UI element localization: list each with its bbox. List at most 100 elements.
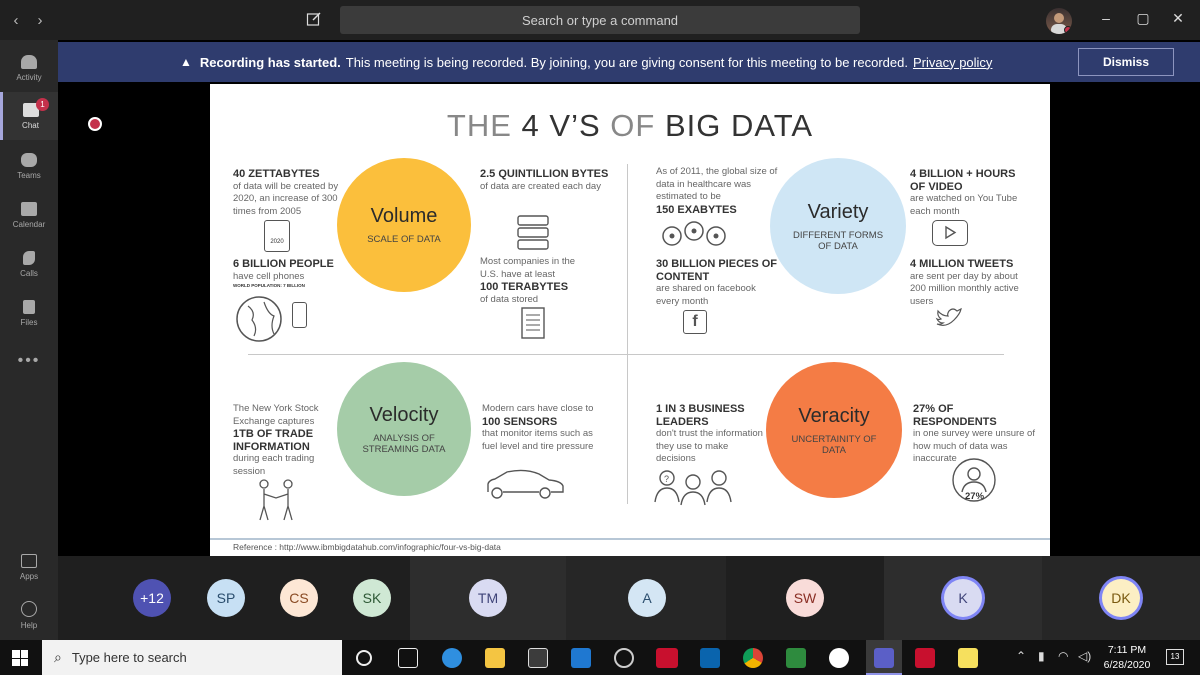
minimize-button[interactable]: – <box>1096 10 1116 26</box>
fact-text: Most companies in the U.S. have at least <box>480 256 576 280</box>
participant-avatar[interactable]: TM <box>469 579 507 617</box>
fact-text: that monitor items such as fuel level an… <box>482 428 594 452</box>
v-sub: ANALYSIS OF STREAMING DATA <box>362 432 446 455</box>
profile-avatar[interactable] <box>1046 8 1072 34</box>
cortana-icon[interactable] <box>356 650 372 666</box>
rail-label: Apps <box>19 571 39 581</box>
percent-label: 27% <box>965 491 985 502</box>
teams-taskbar-button[interactable] <box>866 640 902 675</box>
wifi-icon[interactable]: ◠ <box>1058 649 1068 663</box>
media-player-icon[interactable] <box>614 648 634 668</box>
busy-status-icon <box>1064 26 1072 34</box>
outlook-icon[interactable] <box>700 648 720 668</box>
warning-icon: ▲ <box>180 55 192 69</box>
participant-avatar[interactable]: +12 <box>133 579 171 617</box>
participant-avatar[interactable]: CS <box>280 579 318 617</box>
teams-icon <box>21 152 37 167</box>
title-word: BIG DATA <box>664 108 814 143</box>
video-play-icon <box>932 220 968 246</box>
privacy-policy-link[interactable]: Privacy policy <box>913 55 992 70</box>
help-icon <box>21 600 37 617</box>
chat-badge: 1 <box>36 98 49 111</box>
participant-avatar[interactable]: DK <box>1102 579 1140 617</box>
fact-text: The New York Stock Exchange captures <box>233 403 319 427</box>
fact-headline: 6 BILLION PEOPLE <box>233 258 334 270</box>
participant-avatar[interactable]: SK <box>353 579 391 617</box>
veracity-fact-2: 27% OF RESPONDENTS in one survey were un… <box>913 403 1039 466</box>
participant-avatar[interactable]: SP <box>207 579 245 617</box>
rail-label: Calendar <box>12 219 46 229</box>
acrobat-icon[interactable] <box>915 648 935 668</box>
rail-apps[interactable]: Apps <box>0 543 58 591</box>
edge-browser-icon[interactable] <box>442 648 462 668</box>
close-button[interactable]: ✕ <box>1168 10 1188 27</box>
apps-icon <box>21 553 37 568</box>
maximize-button[interactable]: ▢ <box>1133 10 1153 27</box>
taskbar-search-text: Type here to search <box>71 650 187 665</box>
fact-text: are watched on You Tube each month <box>910 193 1018 217</box>
storage-rack-icon <box>521 307 545 339</box>
new-chat-icon[interactable] <box>306 11 324 29</box>
variety-fact-1: As of 2011, the global size of data in h… <box>656 166 778 216</box>
rail-files[interactable]: Files <box>0 289 58 337</box>
command-search-input[interactable]: Search or type a command <box>340 6 860 34</box>
fact-text: Modern cars have close to <box>482 403 594 414</box>
recording-indicator-icon <box>88 117 102 131</box>
rail-teams[interactable]: Teams <box>0 142 58 190</box>
music-app-icon[interactable] <box>829 648 849 668</box>
windows-start-icon[interactable] <box>12 650 28 666</box>
fact-text: have cell phones <box>233 270 305 282</box>
rail-calendar[interactable]: Calendar <box>0 191 58 239</box>
system-clock[interactable]: 7:11 PM 6/28/2020 <box>1098 643 1156 673</box>
fact-text: during each trading session <box>233 453 315 477</box>
title-word: 4 V’S <box>521 108 601 143</box>
velocity-circle: Velocity ANALYSIS OF STREAMING DATA <box>337 362 471 496</box>
variety-fact-4: 4 MILLION TWEETS are sent per day by abo… <box>910 258 1030 308</box>
phone-icon <box>23 250 35 265</box>
volume-icon[interactable]: ◁) <box>1078 649 1091 663</box>
taskbar-search-input[interactable]: ⌕ Type here to search <box>42 640 342 675</box>
car-icon <box>487 469 564 499</box>
clock-date: 6/28/2020 <box>1103 659 1151 671</box>
participant-avatar[interactable]: A <box>628 579 666 617</box>
dismiss-button[interactable]: Dismiss <box>1078 48 1174 76</box>
volume-fact-3: 2.5 QUINTILLION BYTES of data are create… <box>480 168 610 193</box>
sticky-notes-icon[interactable] <box>958 648 978 668</box>
participant-avatar[interactable]: SW <box>786 579 824 617</box>
server-icon <box>517 215 549 250</box>
rsa-icon[interactable] <box>656 648 678 668</box>
rail-calls[interactable]: Calls <box>0 240 58 288</box>
tray-expand-icon[interactable]: ⌃ <box>1016 649 1026 663</box>
calendar-2020-icon: 2020 <box>264 220 290 252</box>
fact-headline: 100 TERABYTES <box>480 281 569 293</box>
bell-icon <box>21 54 37 69</box>
banner-title: Recording has started. <box>199 54 341 70</box>
more-apps-icon[interactable]: ••• <box>0 352 58 370</box>
rail-chat[interactable]: Chat 1 <box>0 92 58 140</box>
fact-headline: 4 BILLION + HOURS OF VIDEO <box>910 168 1016 193</box>
v-name: Variety <box>807 200 869 223</box>
rail-help[interactable]: Help <box>0 591 58 639</box>
back-button[interactable]: ‹ <box>4 12 28 29</box>
rail-activity[interactable]: Activity <box>0 44 58 92</box>
task-view-icon[interactable] <box>398 648 418 668</box>
teams-meeting-window: ‹ › Search or type a command – ▢ ✕ Activ… <box>0 0 1200 675</box>
forward-button[interactable]: › <box>28 12 52 29</box>
twitter-icon <box>935 307 962 326</box>
money-app-icon[interactable] <box>786 648 806 668</box>
notification-center-icon[interactable]: 13 <box>1166 649 1184 665</box>
slide-reference: Reference : http://www.ibmbigdatahub.com… <box>233 542 501 552</box>
fact-text: don't trust the information they use to … <box>656 428 763 464</box>
file-explorer-icon[interactable] <box>485 648 505 668</box>
title-word: OF <box>610 108 656 143</box>
fact-text: of data stored <box>480 293 539 305</box>
chrome-icon[interactable] <box>743 648 763 668</box>
rail-label: Files <box>20 317 38 327</box>
participant-avatar[interactable]: K <box>944 579 982 617</box>
fact-text: As of 2011, the global size of data in h… <box>656 166 778 202</box>
store-icon[interactable] <box>528 648 548 668</box>
title-bar: ‹ › Search or type a command – ▢ ✕ <box>0 0 1200 40</box>
year-label: 2020 <box>270 239 284 245</box>
microphone-icon[interactable]: ▮ <box>1038 649 1045 663</box>
mail-icon[interactable] <box>571 648 591 668</box>
